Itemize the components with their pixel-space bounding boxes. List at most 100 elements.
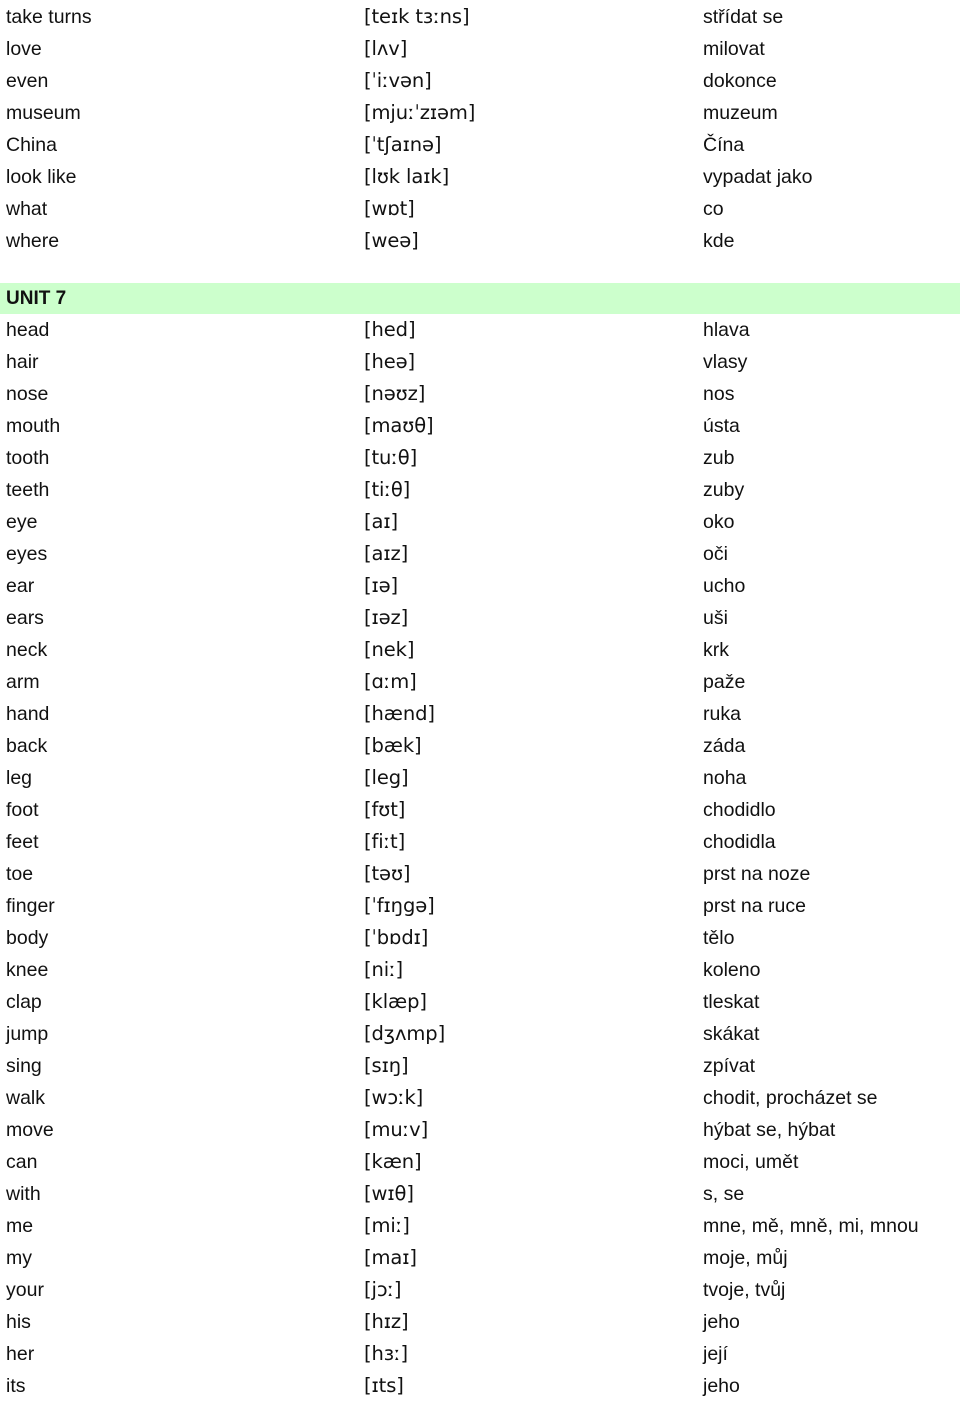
vocabulary-row: can [kæn] moci, umět [0,1146,960,1178]
vocabulary-row: me [miː] mne, mě, mně, mi, mnou [0,1210,960,1242]
term-cell: back [6,735,48,757]
pronunciation-cell: [miː] [364,1214,410,1237]
pronunciation-cell: [mjuːˈzɪəm] [364,101,476,124]
pronunciation-cell: [klæp] [364,990,427,1013]
vocabulary-row: ears [ɪəz] uši [0,602,960,634]
translation-cell: její [703,1343,728,1365]
vocabulary-row: toe [təʊ] prst na noze [0,858,960,890]
translation-cell: krk [703,639,729,661]
translation-cell: chodidlo [703,799,776,821]
translation-cell: střídat se [703,6,784,28]
translation-cell: moje, můj [703,1247,788,1269]
term-cell: tooth [6,447,50,469]
vocabulary-row: nose [nəʊz] nos [0,378,960,410]
vocabulary-sheet: take turns [teɪk tɜːns] střídat se love [lʌv… [0,0,960,1402]
term-cell: eyes [6,543,48,565]
term-cell: his [6,1311,31,1333]
pronunciation-cell: [maɪ] [364,1246,417,1269]
vocabulary-row: look like [lʊk laɪk] vypadat jako [0,161,960,193]
pronunciation-cell: [teɪk tɜːns] [364,5,470,28]
translation-cell: zuby [703,479,745,501]
vocabulary-row: eye [aɪ] oko [0,506,960,538]
translation-cell: záda [703,735,746,757]
term-cell: teeth [6,479,50,501]
translation-cell: co [703,198,724,220]
vocabulary-row: neck [nek] krk [0,634,960,666]
vocabulary-row: sing [sɪŋ] zpívat [0,1050,960,1082]
vocabulary-row: feet [fiːt] chodidla [0,826,960,858]
term-cell: jump [6,1023,49,1045]
pronunciation-cell: [ˈtʃaɪnə] [364,133,442,156]
term-cell: nose [6,383,49,405]
vocabulary-row: eyes [aɪz] oči [0,538,960,570]
pronunciation-cell: [ˈbɒdɪ] [364,926,429,949]
pronunciation-cell: [hɪz] [364,1310,409,1333]
translation-cell: dokonce [703,70,777,92]
term-cell: hand [6,703,50,725]
term-cell: foot [6,799,39,821]
pronunciation-cell: [ˈiːvən] [364,69,432,92]
translation-cell: paže [703,671,746,693]
vocabulary-row: walk [wɔːk] chodit, procházet se [0,1082,960,1114]
pronunciation-cell: [kæn] [364,1150,422,1173]
term-cell: look like [6,166,77,188]
pronunciation-cell: [wɒt] [364,197,415,220]
pronunciation-cell: [niː] [364,958,404,981]
term-cell: your [6,1279,44,1301]
vocabulary-row: her [hɜː] její [0,1338,960,1370]
section-spacer [0,257,960,283]
pronunciation-cell: [lʊk laɪk] [364,165,450,188]
translation-cell: noha [703,767,747,789]
translation-cell: Čína [703,134,745,156]
pronunciation-cell: [təʊ] [364,862,411,885]
term-cell: knee [6,959,49,981]
translation-cell: jeho [703,1311,740,1333]
section-header-row: UNIT 7 [0,283,960,314]
translation-cell: mne, mě, mně, mi, mnou [703,1215,919,1237]
vocabulary-row: head [hed] hlava [0,314,960,346]
translation-cell: nos [703,383,735,405]
pronunciation-cell: [leg] [364,766,409,789]
vocabulary-row: with [wɪθ] s, se [0,1178,960,1210]
term-cell: clap [6,991,42,1013]
pronunciation-cell: [fʊt] [364,798,406,821]
translation-cell: skákat [703,1023,760,1045]
pronunciation-cell: [ɪəz] [364,606,409,629]
section-header-band [703,283,960,314]
translation-cell: ústa [703,415,740,437]
term-cell: her [6,1343,35,1365]
pronunciation-cell: [fiːt] [364,830,406,853]
pronunciation-cell: [jɔː] [364,1278,402,1301]
term-cell: museum [6,102,81,124]
translation-cell: ruka [703,703,741,725]
term-cell: what [6,198,48,220]
vocabulary-row: clap [klæp] tleskat [0,986,960,1018]
translation-cell: prst na noze [703,863,811,885]
term-cell: walk [6,1087,46,1109]
term-cell: body [6,927,49,949]
translation-cell: s, se [703,1183,745,1205]
term-cell: eye [6,511,38,533]
pronunciation-cell: [weə] [364,229,419,252]
pronunciation-cell: [ɪts] [364,1374,404,1397]
translation-cell: vlasy [703,351,748,373]
term-cell: my [6,1247,32,1269]
vocabulary-row: hand [hænd] ruka [0,698,960,730]
vocabulary-table: take turns [teɪk tɜːns] střídat se love [lʌv… [0,1,960,1402]
pronunciation-cell: [hed] [364,318,416,341]
term-cell: can [6,1151,38,1173]
translation-cell: prst na ruce [703,895,806,917]
vocabulary-row: love [lʌv] milovat [0,33,960,65]
pronunciation-cell: [lʌv] [364,37,408,60]
translation-cell: ucho [703,575,746,597]
vocabulary-row: back [bæk] záda [0,730,960,762]
vocabulary-row: jump [dʒʌmp] skákat [0,1018,960,1050]
translation-cell: milovat [703,38,765,60]
pronunciation-cell: [dʒʌmp] [364,1022,446,1045]
term-cell: leg [6,767,33,789]
vocabulary-row: where [weə] kde [0,225,960,257]
vocabulary-row: take turns [teɪk tɜːns] střídat se [0,1,960,33]
translation-cell: hlava [703,319,750,341]
term-cell: toe [6,863,34,885]
section-header-band [364,283,703,314]
